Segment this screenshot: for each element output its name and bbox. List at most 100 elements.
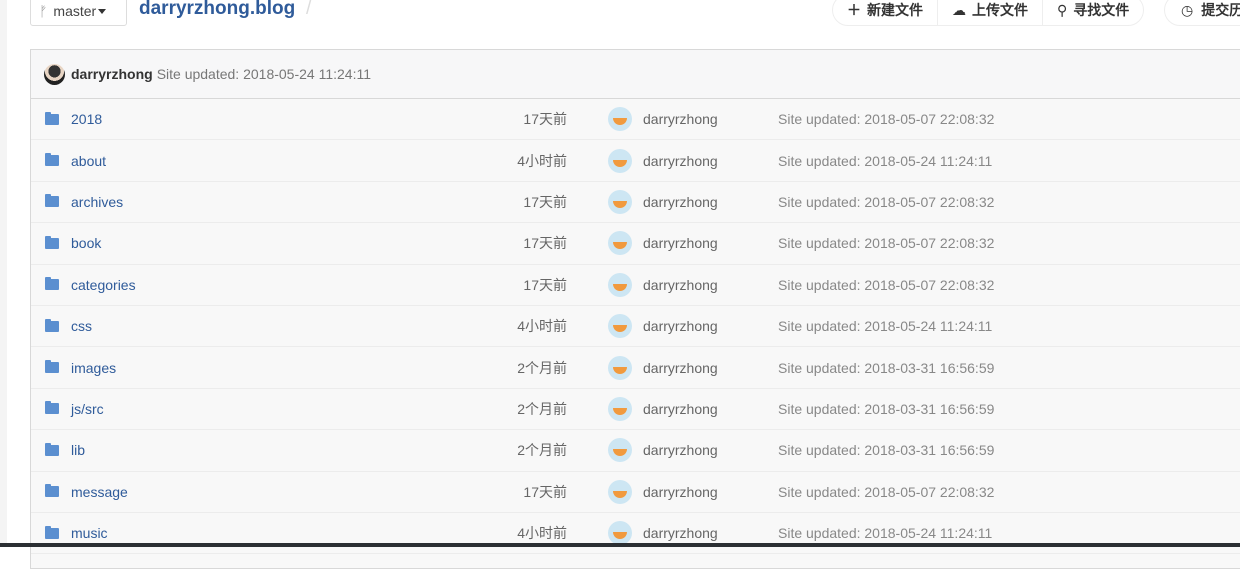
folder-icon bbox=[45, 401, 59, 415]
file-age: 4小时前 bbox=[517, 525, 567, 542]
file-age: 17天前 bbox=[523, 276, 567, 293]
new-file-button[interactable]: ＋ 新建文件 bbox=[833, 0, 938, 25]
plus-icon: ＋ bbox=[847, 2, 861, 18]
folder-icon bbox=[45, 235, 59, 249]
file-author[interactable]: darryrzhong bbox=[643, 484, 718, 500]
file-name-link[interactable]: music bbox=[71, 525, 108, 541]
table-row: 2018 17天前 darryrzhong Site updated: 2018… bbox=[31, 99, 1240, 141]
table-row: about 4小时前 darryrzhong Site updated: 201… bbox=[31, 140, 1240, 182]
left-edge bbox=[0, 0, 7, 547]
avatar[interactable] bbox=[608, 355, 632, 380]
table-row: lib 2个月前 darryrzhong Site updated: 2018-… bbox=[31, 430, 1240, 472]
folder-icon bbox=[45, 194, 59, 208]
file-actions: ＋ 新建文件 ☁ 上传文件 ⚲ 寻找文件 bbox=[832, 0, 1145, 26]
folder-icon bbox=[45, 360, 59, 374]
file-commit-message[interactable]: Site updated: 2018-05-07 22:08:32 bbox=[778, 111, 994, 127]
new-file-label: 新建文件 bbox=[867, 2, 923, 18]
find-file-button[interactable]: ⚲ 寻找文件 bbox=[1043, 0, 1143, 25]
avatar[interactable] bbox=[608, 189, 632, 214]
folder-icon bbox=[45, 525, 59, 539]
commit-message[interactable]: Site updated: 2018-05-24 11:24:11 bbox=[157, 66, 371, 82]
file-name-link[interactable]: book bbox=[71, 235, 101, 251]
branch-name: master bbox=[53, 3, 97, 19]
file-age: 2个月前 bbox=[517, 400, 567, 417]
avatar[interactable] bbox=[608, 396, 632, 421]
commit-history-button[interactable]: ◷ 提交历 bbox=[1164, 0, 1240, 26]
file-age: 2个月前 bbox=[517, 359, 567, 376]
file-author[interactable]: darryrzhong bbox=[643, 153, 718, 169]
upload-file-button[interactable]: ☁ 上传文件 bbox=[938, 0, 1043, 25]
clock-icon: ◷ bbox=[1181, 1, 1194, 18]
file-age: 17天前 bbox=[523, 193, 567, 210]
table-row: images 2个月前 darryrzhong Site updated: 20… bbox=[31, 347, 1240, 389]
file-name-link[interactable]: 2018 bbox=[71, 111, 102, 127]
avatar[interactable] bbox=[608, 272, 632, 297]
file-author[interactable]: darryrzhong bbox=[643, 525, 718, 541]
avatar[interactable] bbox=[608, 107, 632, 132]
avatar[interactable] bbox=[608, 231, 632, 256]
table-row: js/src 2个月前 darryrzhong Site updated: 20… bbox=[31, 389, 1240, 431]
avatar[interactable] bbox=[608, 148, 632, 173]
find-file-label: 寻找文件 bbox=[1073, 2, 1130, 18]
upload-file-label: 上传文件 bbox=[972, 2, 1028, 18]
avatar[interactable] bbox=[608, 438, 632, 463]
file-author[interactable]: darryrzhong bbox=[643, 318, 718, 334]
file-commit-message[interactable]: Site updated: 2018-05-07 22:08:32 bbox=[778, 235, 994, 251]
file-commit-message[interactable]: Site updated: 2018-03-31 16:56:59 bbox=[778, 360, 994, 376]
file-commit-message[interactable]: Site updated: 2018-05-24 11:24:11 bbox=[778, 318, 992, 334]
file-name-link[interactable]: message bbox=[71, 484, 128, 500]
latest-commit-bar: darryrzhong Site updated: 2018-05-24 11:… bbox=[31, 50, 1240, 99]
folder-icon bbox=[45, 111, 59, 125]
avatar[interactable] bbox=[608, 521, 632, 546]
table-row: archives 17天前 darryrzhong Site updated: … bbox=[31, 182, 1240, 224]
table-row: categories 17天前 darryrzhong Site updated… bbox=[31, 265, 1240, 306]
file-author[interactable]: darryrzhong bbox=[643, 111, 718, 127]
table-row: book 17天前 darryrzhong Site updated: 2018… bbox=[31, 223, 1240, 265]
folder-icon bbox=[45, 277, 59, 291]
file-list: darryrzhong Site updated: 2018-05-24 11:… bbox=[30, 49, 1240, 569]
file-commit-message[interactable]: Site updated: 2018-05-07 22:08:32 bbox=[778, 194, 994, 210]
branch-selector[interactable]: ᚠ master bbox=[30, 0, 127, 26]
file-age: 2个月前 bbox=[517, 442, 567, 459]
file-commit-message[interactable]: Site updated: 2018-05-07 22:08:32 bbox=[778, 277, 994, 293]
path-separator: / bbox=[306, 0, 312, 19]
file-name-link[interactable]: about bbox=[71, 153, 106, 169]
file-author[interactable]: darryrzhong bbox=[643, 194, 718, 210]
file-name-link[interactable]: images bbox=[71, 360, 116, 376]
file-name-link[interactable]: js/src bbox=[71, 401, 104, 417]
file-commit-message[interactable]: Site updated: 2018-03-31 16:56:59 bbox=[778, 401, 994, 417]
file-name-link[interactable]: categories bbox=[71, 277, 136, 293]
file-age: 4小时前 bbox=[517, 152, 567, 169]
file-author[interactable]: darryrzhong bbox=[643, 235, 718, 251]
avatar[interactable] bbox=[44, 63, 65, 85]
file-age: 17天前 bbox=[523, 111, 567, 128]
file-commit-message[interactable]: Site updated: 2018-05-24 11:24:11 bbox=[778, 153, 992, 169]
search-icon: ⚲ bbox=[1057, 1, 1068, 18]
file-name-link[interactable]: css bbox=[71, 318, 92, 334]
folder-icon bbox=[45, 442, 59, 456]
folder-icon bbox=[45, 318, 59, 332]
file-commit-message[interactable]: Site updated: 2018-03-31 16:56:59 bbox=[778, 442, 994, 458]
file-age: 4小时前 bbox=[517, 318, 567, 335]
commit-history-label: 提交历 bbox=[1201, 2, 1240, 18]
caret-down-icon bbox=[98, 8, 107, 14]
file-commit-message[interactable]: Site updated: 2018-05-24 11:24:11 bbox=[778, 525, 992, 541]
file-name-link[interactable]: lib bbox=[71, 442, 85, 458]
avatar[interactable] bbox=[608, 314, 632, 339]
file-author[interactable]: darryrzhong bbox=[643, 401, 718, 417]
file-author[interactable]: darryrzhong bbox=[643, 360, 718, 376]
repo-name-link[interactable]: darryrzhong.blog bbox=[139, 0, 295, 20]
cloud-upload-icon: ☁ bbox=[952, 1, 966, 18]
file-age: 17天前 bbox=[523, 483, 567, 500]
file-author[interactable]: darryrzhong bbox=[643, 442, 718, 458]
table-row: music 4小时前 darryrzhong Site updated: 201… bbox=[31, 513, 1240, 555]
file-age: 17天前 bbox=[523, 235, 567, 252]
commit-author[interactable]: darryrzhong bbox=[71, 66, 153, 82]
file-author[interactable]: darryrzhong bbox=[643, 277, 718, 293]
avatar[interactable] bbox=[608, 479, 632, 504]
file-commit-message[interactable]: Site updated: 2018-05-07 22:08:32 bbox=[778, 484, 994, 500]
file-name-link[interactable]: archives bbox=[71, 194, 123, 210]
taskbar bbox=[0, 543, 1240, 547]
table-row: message 17天前 darryrzhong Site updated: 2… bbox=[31, 472, 1240, 513]
folder-icon bbox=[45, 153, 59, 167]
